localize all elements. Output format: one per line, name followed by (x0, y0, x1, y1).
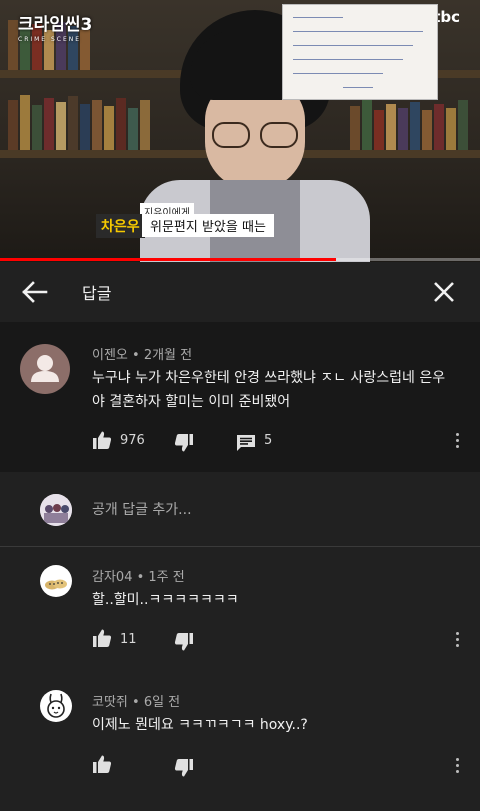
show-logo-sub: CRIME SCENE (18, 36, 82, 43)
video-progress-bar[interactable] (0, 258, 480, 261)
more-vertical-icon (454, 433, 460, 448)
reply-meta: 코땃쥐 • 6일 전 (92, 695, 181, 710)
avatar (40, 494, 72, 526)
avatar[interactable] (40, 690, 72, 722)
avatar[interactable] (20, 344, 70, 394)
thumbs-down-icon (174, 633, 193, 651)
video-progress-fill (0, 258, 336, 261)
like-button[interactable] (92, 430, 112, 454)
comment-text-line: 누구냐 누가 차은우한테 안경 쓰라했냐 ㅈㄴ 사랑스럽네 은우 (92, 370, 446, 386)
close-icon (434, 282, 454, 302)
more-vertical-icon (454, 758, 460, 773)
video-player[interactable]: 크라임씬3 CRIME SCENE jtbc 지유이에게 차은우 위문편지 받았… (0, 0, 480, 262)
more-options-button[interactable] (454, 433, 460, 451)
avatar[interactable] (40, 565, 72, 597)
more-vertical-icon (454, 632, 460, 647)
thumbs-up-icon (93, 629, 112, 647)
more-options-button[interactable] (454, 632, 460, 650)
thumbs-up-icon (93, 755, 112, 773)
thumbs-down-icon (174, 434, 193, 452)
reply-count: 5 (264, 433, 273, 448)
reply-text: 이제노 뭔데요 ㅋㅋㄲㅋㄱㅋ hoxy..? (92, 717, 308, 733)
like-button[interactable] (92, 628, 112, 652)
add-reply-row: 공개 답글 추가... (0, 472, 480, 546)
back-button[interactable] (20, 278, 50, 306)
user-photo-icon (40, 494, 72, 526)
thumbs-down-icon (174, 759, 193, 777)
rabbit-avatar-icon (47, 693, 65, 718)
reply-text: 할..할미..ㅋㅋㅋㅋㅋㅋㅋ (92, 592, 239, 608)
reply-button[interactable] (236, 433, 256, 457)
dislike-button[interactable] (174, 433, 194, 457)
potato-avatar-icon (45, 579, 67, 590)
close-button[interactable] (430, 278, 458, 306)
comment-icon (237, 435, 255, 451)
like-button[interactable] (92, 754, 112, 778)
more-options-button[interactable] (454, 758, 460, 776)
show-logo: 크라임씬3 CRIME SCENE (18, 10, 92, 43)
handwritten-note (282, 4, 438, 100)
dislike-button[interactable] (174, 758, 194, 782)
page-title: 답글 (82, 284, 112, 303)
replies-header: 답글 (0, 262, 480, 322)
default-user-icon (31, 355, 59, 382)
dislike-button[interactable] (174, 632, 194, 656)
parent-comment: 이젠오 • 2개월 전 누구냐 누가 차은우한테 안경 쓰라했냐 ㅈㄴ 사랑스럽… (0, 322, 480, 472)
thumbs-up-icon (93, 431, 112, 449)
show-logo-text: 크라임씬3 (18, 15, 93, 35)
comment-meta: 이젠오 • 2개월 전 (92, 348, 193, 363)
like-count: 11 (120, 632, 137, 647)
arrow-left-icon (22, 281, 48, 303)
caption-text: 위문편지 받았을 때는 (142, 214, 274, 237)
reply-meta: 감자04 • 1주 전 (92, 570, 185, 585)
comment-text: 누구냐 누가 차은우한테 안경 쓰라했냐 ㅈㄴ 사랑스럽네 은우 야 결혼하자 … (92, 366, 464, 414)
caption-speaker: 차은우 (96, 214, 145, 238)
like-count: 976 (120, 433, 145, 448)
comment-text-line: 야 결혼하자 할미는 이미 준비됐어 (92, 394, 291, 410)
divider (0, 546, 480, 547)
add-reply-input[interactable]: 공개 답글 추가... (92, 499, 192, 519)
